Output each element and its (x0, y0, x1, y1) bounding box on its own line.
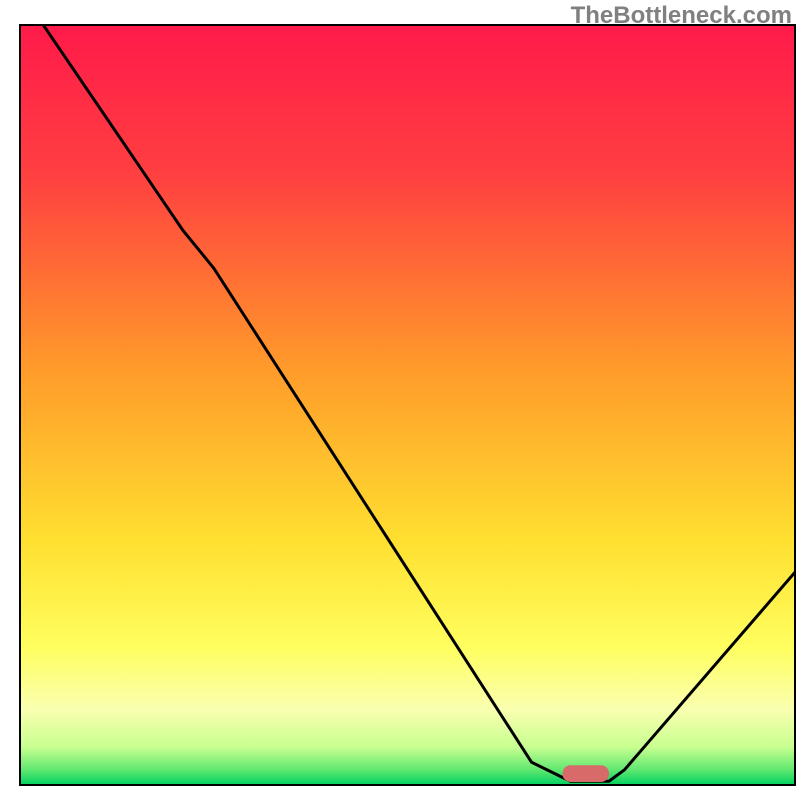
chart-container: TheBottleneck.com (0, 0, 800, 800)
gradient-background (20, 25, 795, 785)
chart-svg (0, 0, 800, 800)
optimal-marker (563, 765, 610, 782)
watermark-text: TheBottleneck.com (571, 2, 792, 30)
